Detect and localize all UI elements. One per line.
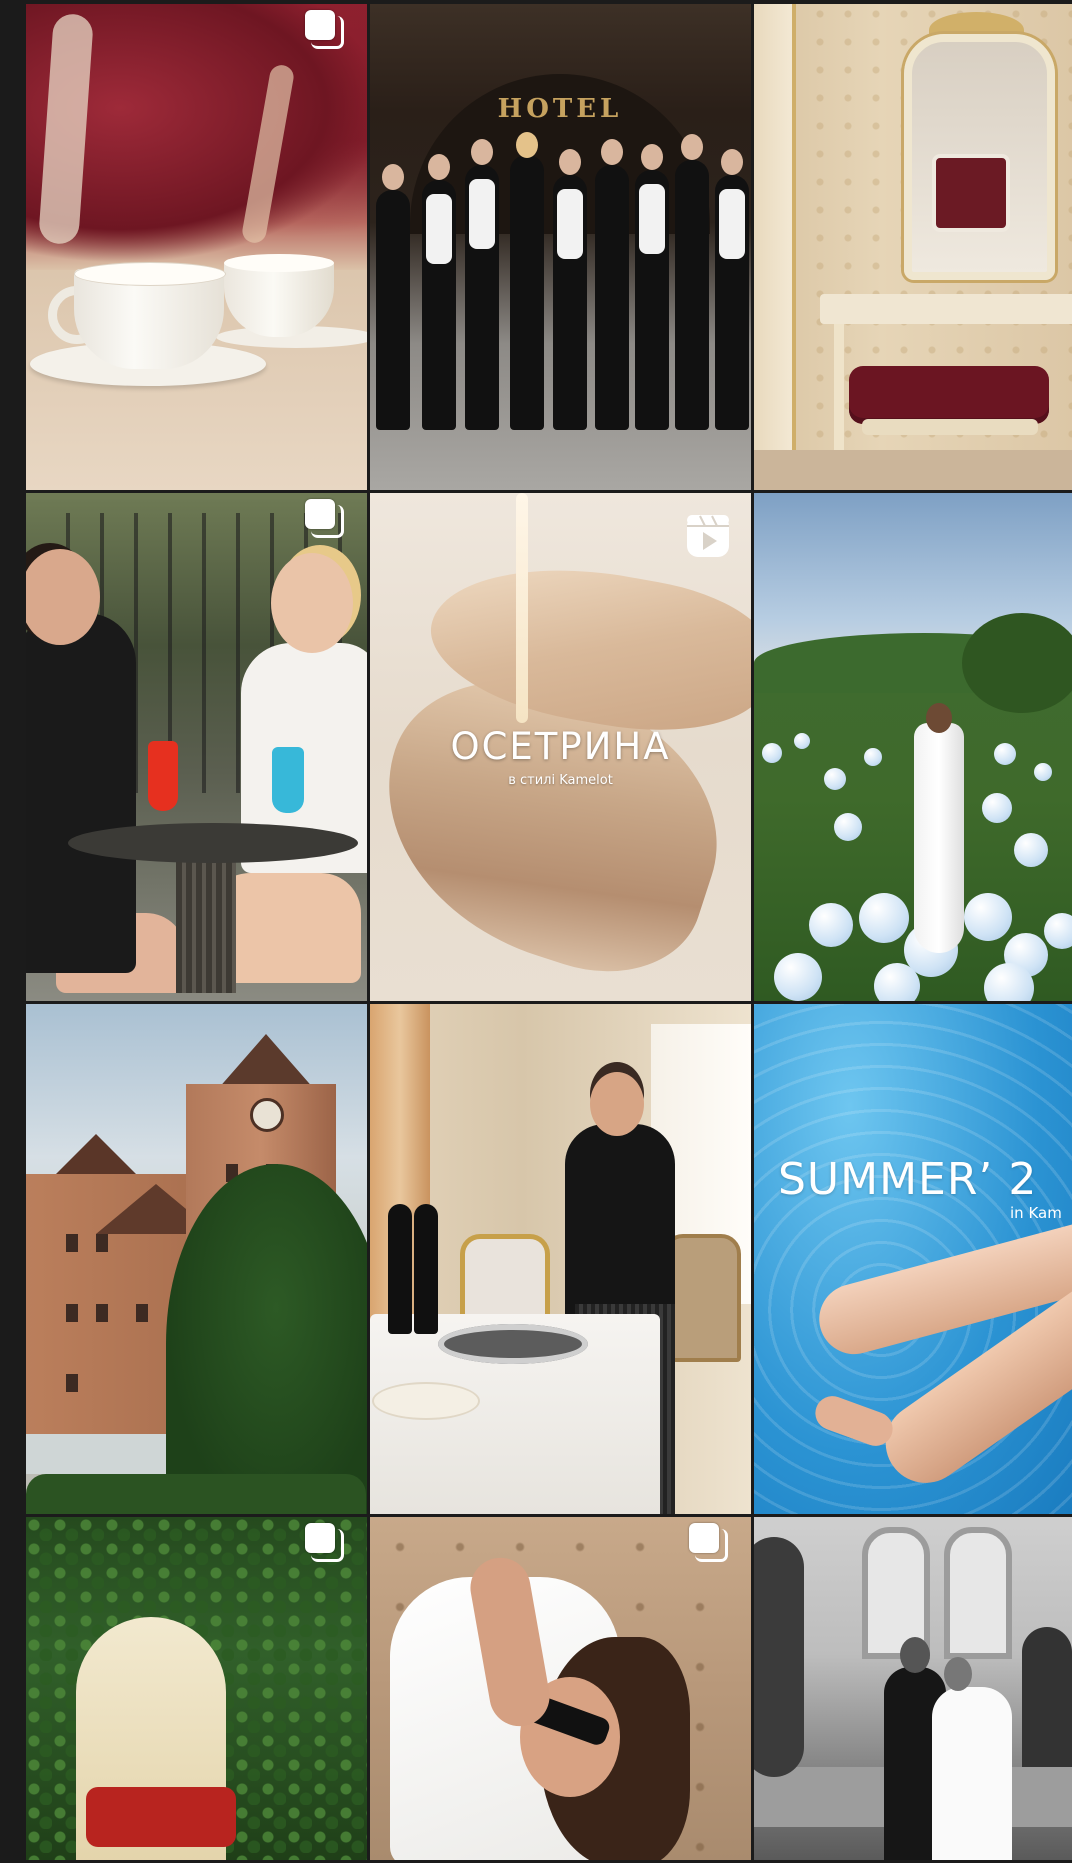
post-tile-woman-robe[interactable] — [370, 1517, 751, 1860]
post-overlay-subtitle: в стилі Kamelot — [508, 773, 613, 788]
post-image — [26, 4, 367, 490]
post-overlay-subtitle: in Kam — [1010, 1204, 1062, 1222]
post-image — [26, 1517, 367, 1860]
post-tile-summer-pool[interactable]: SUMMER’ 2 in Kam — [754, 1004, 1072, 1514]
post-image: HOTEL — [370, 4, 751, 490]
post-tile-castle-hotel[interactable] — [26, 1004, 367, 1514]
post-tile-sturgeon-dish[interactable]: ОСЕТРИНА в стилі Kamelot — [370, 493, 751, 1001]
hotel-sign-text: HOTEL — [497, 94, 623, 124]
post-overlay-title: ОСЕТРИНА — [450, 725, 671, 768]
post-image — [370, 1517, 751, 1860]
multi-photo-icon — [687, 1521, 731, 1563]
post-tile-chef-table[interactable] — [370, 1004, 751, 1514]
post-image: ОСЕТРИНА в стилі Kamelot — [370, 493, 751, 1001]
post-image — [370, 1004, 751, 1514]
post-tile-vanity-mirror[interactable] — [754, 4, 1072, 490]
multi-photo-icon — [303, 1521, 347, 1563]
post-image — [754, 493, 1072, 1001]
post-image — [26, 1004, 367, 1514]
post-tile-garden-arch[interactable] — [26, 1517, 367, 1860]
multi-photo-icon — [303, 497, 347, 539]
post-tile-wedding-couple[interactable] — [754, 1517, 1072, 1860]
post-image — [754, 4, 1072, 490]
post-tile-women-drinks[interactable] — [26, 493, 367, 1001]
multi-photo-icon — [303, 8, 347, 50]
reel-icon — [685, 513, 731, 559]
post-image — [26, 493, 367, 1001]
post-image — [754, 1517, 1072, 1860]
post-tile-hotel-staff[interactable]: HOTEL — [370, 4, 751, 490]
post-tile-coffee-cups[interactable] — [26, 4, 367, 490]
post-overlay-title: SUMMER’ 2 — [778, 1154, 1038, 1205]
post-tile-bride-balloons[interactable] — [754, 493, 1072, 1001]
post-grid: HOTEL ОСЕТРИНА в стилі Kamelot SUMMER’ 2… — [26, 4, 1072, 1863]
post-image: SUMMER’ 2 in Kam — [754, 1004, 1072, 1514]
